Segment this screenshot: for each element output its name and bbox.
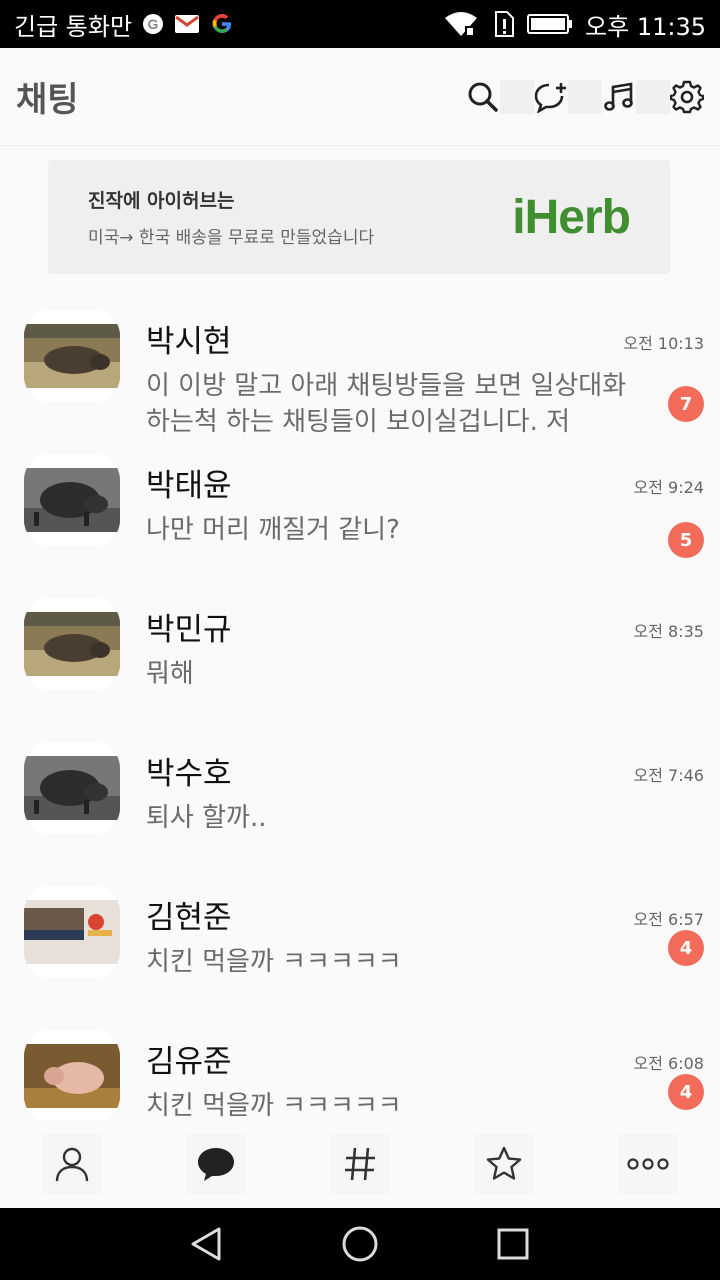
tab-more[interactable] — [618, 1134, 678, 1194]
home-button[interactable] — [336, 1220, 384, 1268]
chat-time: 오전 10:13 — [623, 334, 704, 353]
tab-hashtag[interactable] — [330, 1134, 390, 1194]
home-circle-icon — [342, 1226, 378, 1262]
status-time: 오후 11:35 — [585, 12, 706, 41]
music-icon — [604, 81, 633, 111]
chat-name: 박수호 — [146, 756, 232, 792]
chat-name: 김현준 — [146, 900, 232, 936]
wifi-icon — [443, 10, 479, 38]
chat-row[interactable]: 박태윤 오전 9:24 나만 머리 깨질거 같니? 5 — [0, 434, 720, 578]
chat-row[interactable]: 김유준 오전 6:08 치킨 먹을까 ㅋㅋㅋㅋㅋ 4 — [0, 1010, 720, 1120]
tab-friends[interactable] — [42, 1134, 102, 1194]
more-dots-icon — [627, 1158, 669, 1170]
chat-name: 박시현 — [146, 324, 232, 360]
tab-chats[interactable] — [186, 1134, 246, 1194]
settings-button[interactable] — [670, 80, 704, 114]
chat-preview: 퇴사 할까.. — [146, 803, 267, 833]
status-bar: 긴급 통화만 G 오후 11:35 — [0, 0, 720, 48]
chat-row[interactable]: 김현준 오전 6:57 치킨 먹을까 ㅋㅋㅋㅋㅋ 4 — [0, 866, 720, 1010]
chat-time: 오전 9:24 — [633, 478, 704, 497]
tab-favorites[interactable] — [474, 1134, 534, 1194]
chat-bubble-icon — [198, 1148, 234, 1181]
chat-row[interactable]: 박민규 오전 8:35 뭐해 — [0, 578, 720, 722]
gear-icon — [670, 80, 704, 113]
page-title: 채팅 — [16, 80, 79, 120]
avatar — [24, 1030, 120, 1120]
unread-badge: 5 — [668, 522, 704, 558]
search-icon — [468, 82, 498, 112]
unread-badge: 4 — [668, 1074, 704, 1110]
svg-text:G: G — [148, 16, 159, 32]
google-icon: G — [142, 13, 164, 35]
app-header: 채팅 — [0, 48, 720, 146]
ad-banner[interactable]: 진작에 아이허브는 미국→ 한국 배송을 무료로 만들었습니다 iHerb — [48, 160, 670, 274]
avatar — [24, 454, 120, 546]
chat-preview: 치킨 먹을까 ㅋㅋㅋㅋㅋ — [146, 947, 402, 977]
chat-name: 박태윤 — [146, 468, 232, 504]
sim-alert-icon — [491, 10, 515, 38]
music-button[interactable] — [602, 80, 636, 114]
google-color-icon — [210, 12, 234, 36]
system-nav-bar — [0, 1208, 720, 1280]
chat-time: 오전 6:57 — [633, 910, 704, 929]
unread-badge: 4 — [668, 930, 704, 966]
recents-square-icon — [497, 1228, 529, 1260]
chat-row[interactable]: 박시현 오전 10:13 이 이방 말고 아래 채팅방들을 보면 일상대화 하는… — [0, 290, 720, 437]
ad-brand-logo: iHerb — [512, 190, 631, 244]
star-icon — [486, 1146, 522, 1180]
chat-time: 오전 7:46 — [633, 766, 704, 785]
new-chat-button[interactable] — [534, 80, 568, 114]
unread-badge: 7 — [668, 386, 704, 422]
bottom-tab-bar — [0, 1120, 720, 1208]
chat-row[interactable]: 박수호 오전 7:46 퇴사 할까.. — [0, 722, 720, 866]
chat-preview: 이 이방 말고 아래 채팅방들을 보면 일상대화 하는척 하는 채팅들이 보이실… — [146, 371, 627, 437]
status-left-text: 긴급 통화만 — [14, 12, 133, 41]
avatar — [24, 742, 120, 834]
toolbar-spacer — [568, 79, 602, 114]
chat-preview: 치킨 먹을까 ㅋㅋㅋㅋㅋ — [146, 1091, 402, 1120]
hashtag-icon — [345, 1147, 375, 1181]
avatar — [24, 886, 120, 978]
toolbar-spacer — [636, 79, 670, 114]
person-icon — [55, 1147, 89, 1182]
chat-time: 오전 8:35 — [633, 622, 704, 641]
ad-headline: 진작에 아이허브는 — [88, 190, 235, 212]
avatar — [24, 598, 120, 690]
chat-name: 박민규 — [146, 612, 232, 648]
back-triangle-icon — [191, 1227, 221, 1261]
chat-preview: 나만 머리 깨질거 같니? — [146, 515, 400, 545]
back-button[interactable] — [183, 1220, 231, 1268]
toolbar-spacer — [500, 79, 534, 114]
recents-button[interactable] — [489, 1220, 537, 1268]
chat-time: 오전 6:08 — [633, 1054, 704, 1073]
ad-subline: 미국→ 한국 배송을 무료로 만들었습니다 — [88, 228, 375, 248]
chat-name: 김유준 — [146, 1044, 232, 1080]
gmail-icon — [174, 14, 200, 34]
new-chat-icon — [534, 82, 566, 113]
header-toolbar — [466, 79, 704, 114]
chat-list: 박시현 오전 10:13 이 이방 말고 아래 채팅방들을 보면 일상대화 하는… — [0, 290, 720, 1120]
chat-preview: 뭐해 — [146, 659, 194, 689]
battery-icon — [527, 12, 573, 36]
search-button[interactable] — [466, 80, 500, 114]
avatar — [24, 310, 120, 402]
